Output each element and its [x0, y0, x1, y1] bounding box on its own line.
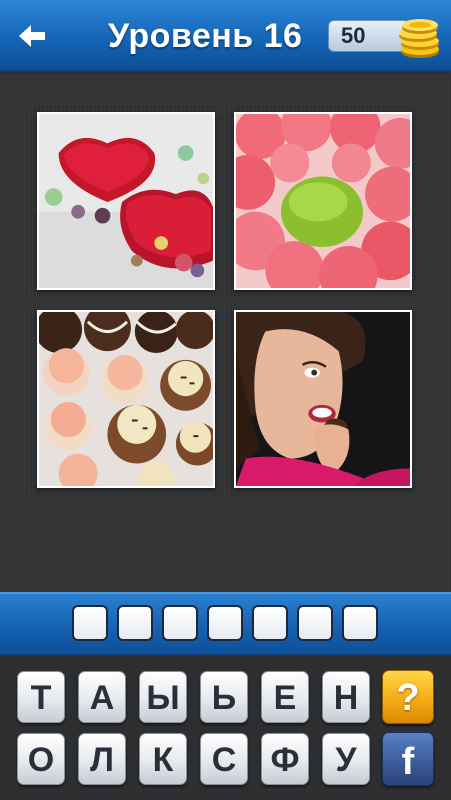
- letter-key[interactable]: Н: [322, 671, 370, 723]
- letter-key[interactable]: К: [139, 733, 187, 785]
- answer-slot[interactable]: [342, 605, 378, 641]
- answer-slot[interactable]: [117, 605, 153, 641]
- frosted-cookies-photo[interactable]: [37, 310, 215, 488]
- jelly-candies-photo[interactable]: [234, 112, 412, 290]
- answer-slot[interactable]: [207, 605, 243, 641]
- letter-key[interactable]: О: [17, 733, 65, 785]
- letter-key[interactable]: Ф: [261, 733, 309, 785]
- answer-slot[interactable]: [72, 605, 108, 641]
- answer-slot[interactable]: [297, 605, 333, 641]
- red-hearts-candy-photo[interactable]: [37, 112, 215, 290]
- letter-key[interactable]: Е: [261, 671, 309, 723]
- answer-slot[interactable]: [252, 605, 288, 641]
- letter-key[interactable]: С: [200, 733, 248, 785]
- letter-key[interactable]: Ы: [139, 671, 187, 723]
- woman-eating-chocolate-photo[interactable]: [234, 310, 412, 488]
- hint-button[interactable]: ?: [382, 670, 434, 724]
- coin-stack-icon: [399, 19, 439, 58]
- letter-key[interactable]: А: [78, 671, 126, 723]
- header-bar: Уровень 16 50: [0, 0, 451, 72]
- level-title: Уровень 16: [108, 17, 303, 55]
- back-button[interactable]: [14, 18, 50, 54]
- letter-key[interactable]: Ь: [200, 671, 248, 723]
- coin-count: 50: [341, 23, 366, 48]
- facebook-share-button[interactable]: f: [382, 732, 434, 786]
- arrow-left-icon: [19, 25, 45, 47]
- letter-key[interactable]: У: [322, 733, 370, 785]
- letter-key[interactable]: Л: [78, 733, 126, 785]
- letter-key[interactable]: Т: [17, 671, 65, 723]
- answer-slot[interactable]: [162, 605, 198, 641]
